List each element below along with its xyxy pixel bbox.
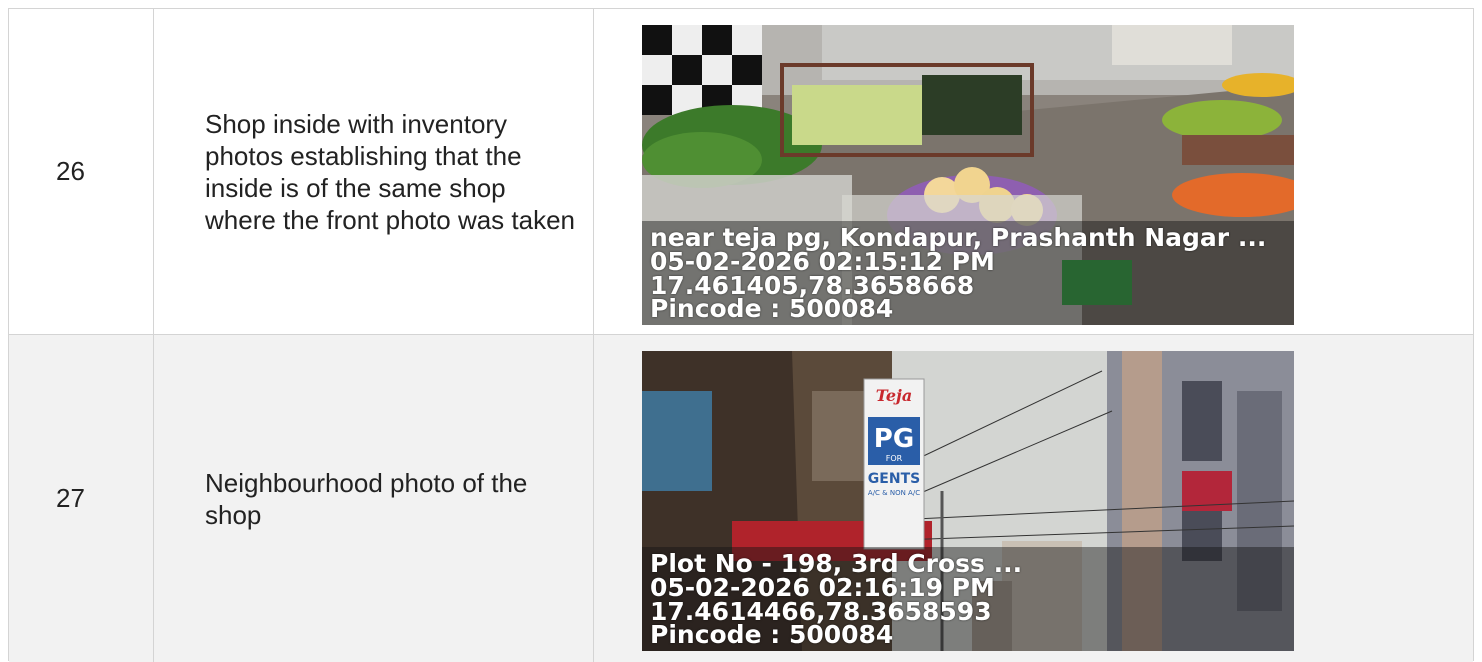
table-row: 27 Neighbourhood photo of the shop Teja … [9, 335, 1473, 662]
row-description: Neighbourhood photo of the shop [154, 335, 594, 662]
sign-for: FOR [886, 454, 903, 463]
neighbourhood-photo[interactable]: Teja PG FOR GENTS A/C & NON A/C Plot No … [642, 351, 1294, 651]
stamp-pincode: Pincode : 500084 [650, 294, 894, 323]
table-row: 26 Shop inside with inventory photos est… [9, 9, 1473, 335]
sign-pg: PG [874, 424, 914, 454]
row-number: 27 [9, 335, 154, 662]
stamp-pincode: Pincode : 500084 [650, 620, 894, 649]
sign-teja: Teja [876, 386, 912, 405]
row-description: Shop inside with inventory photos establ… [154, 9, 594, 334]
row-photo-cell: near teja pg, Kondapur, Prashanth Nagar … [594, 9, 1473, 334]
sign-gents: GENTS [868, 471, 920, 487]
sign-ac: A/C & NON A/C [868, 489, 920, 497]
documents-table: 26 Shop inside with inventory photos est… [8, 8, 1474, 662]
row-photo-cell: Teja PG FOR GENTS A/C & NON A/C Plot No … [594, 335, 1473, 662]
row-number: 26 [9, 9, 154, 334]
shop-inside-photo[interactable]: near teja pg, Kondapur, Prashanth Nagar … [642, 25, 1294, 325]
